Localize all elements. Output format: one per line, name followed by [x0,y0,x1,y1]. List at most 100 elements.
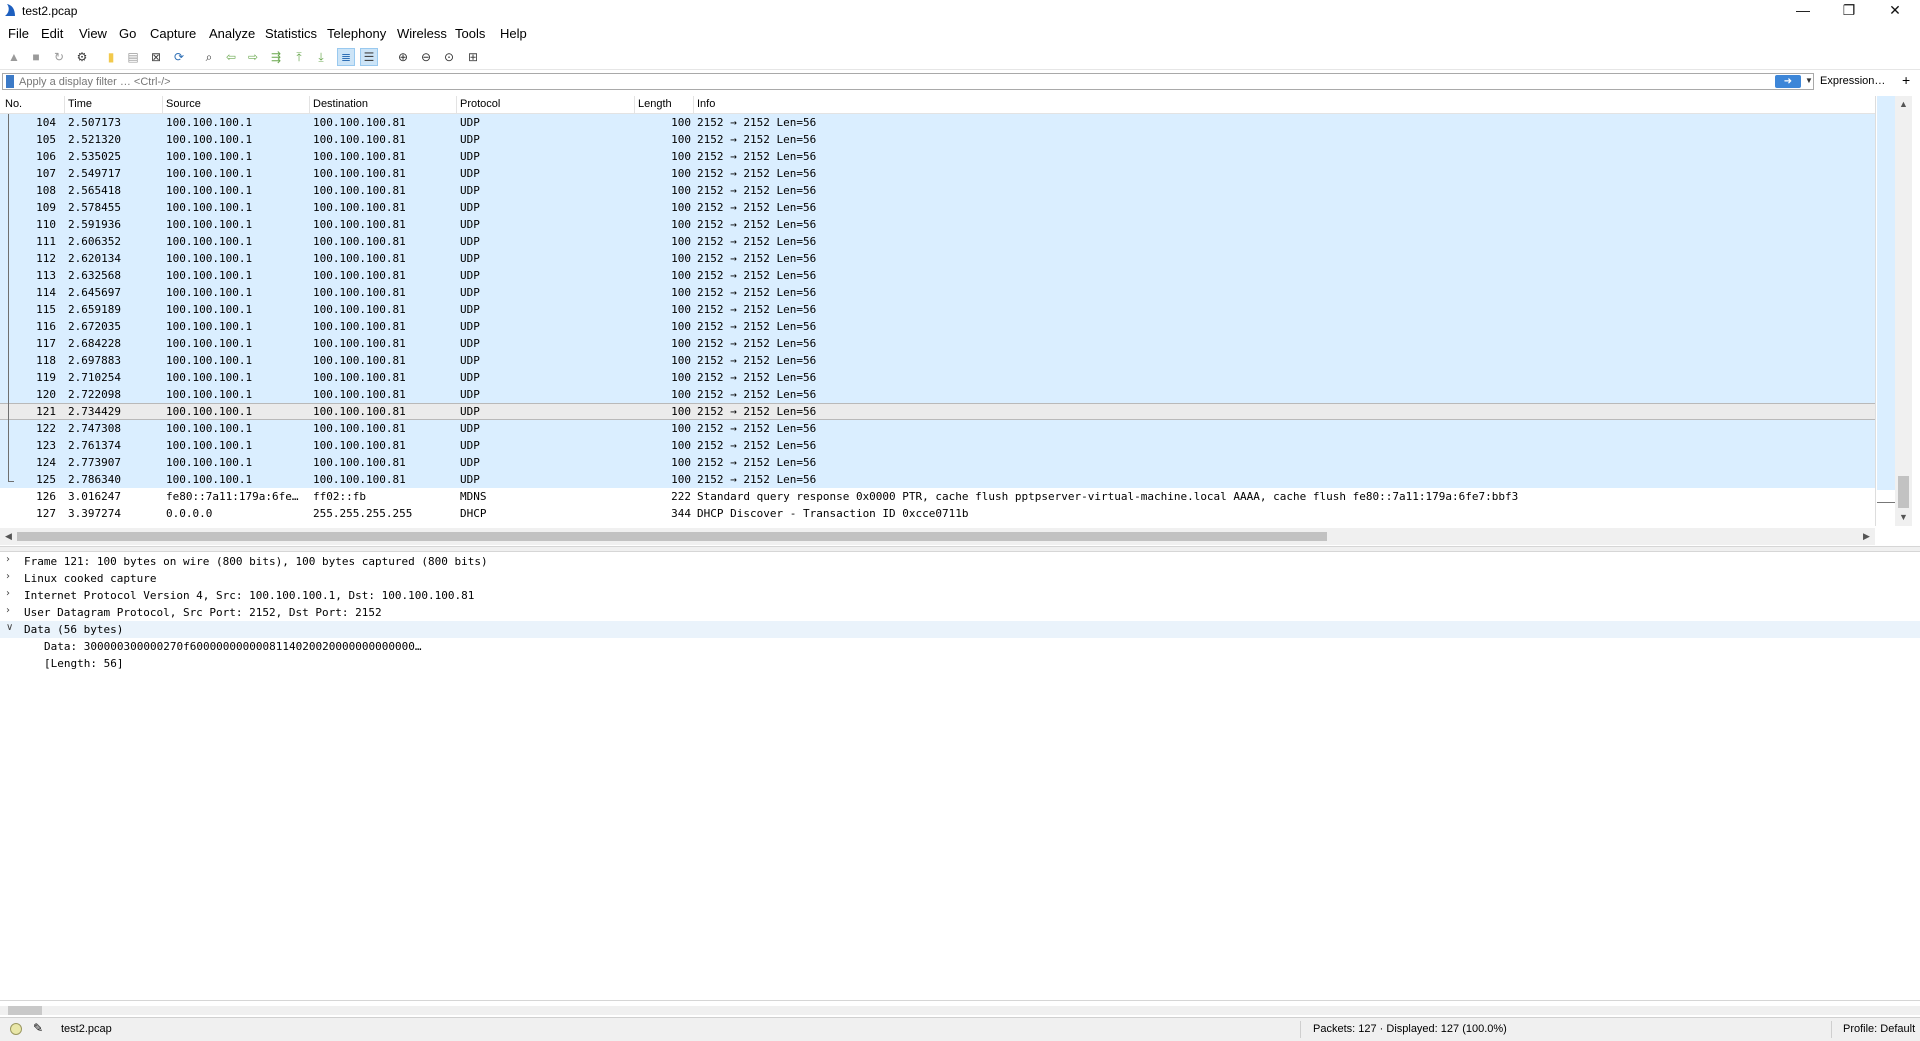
menu-edit[interactable]: Edit [41,26,63,41]
packet-row[interactable]: 107 2.549717 100.100.100.1 100.100.100.81 UD… [0,165,1875,182]
start-capture-icon[interactable]: ▲ [5,48,23,66]
colorize-icon[interactable]: ☰ [360,48,378,66]
reload-file-icon[interactable]: ⟳ [170,48,188,66]
close-file-icon[interactable]: ⊠ [147,48,165,66]
menu-file[interactable]: File [8,26,29,41]
menu-capture[interactable]: Capture [150,26,196,41]
expand-chevron-icon[interactable]: › [6,571,10,582]
menu-help[interactable]: Help [500,26,527,41]
expand-chevron-icon[interactable]: › [6,588,10,599]
packet-row[interactable]: 111 2.606352 100.100.100.1 100.100.100.81 UD… [0,233,1875,250]
capture-options-icon[interactable]: ⚙ [73,48,91,66]
packet-details-pane[interactable]: › Frame 121: 100 bytes on wire (800 bits)… [0,553,1920,999]
detail-tree-item[interactable]: ∨ Data (56 bytes) [0,621,1920,638]
packet-row[interactable]: 120 2.722098 100.100.100.1 100.100.100.81 UD… [0,386,1875,403]
packet-row[interactable]: 104 2.507173 100.100.100.1 100.100.100.81 UD… [0,114,1875,131]
pane-splitter[interactable] [0,546,1920,552]
menu-tools[interactable]: Tools [455,26,485,41]
filter-history-dropdown-icon[interactable]: ▼ [1805,76,1813,85]
save-file-icon[interactable]: ▤ [124,48,142,66]
zoom-out-icon[interactable]: ⊖ [417,48,435,66]
packet-list-horizontal-scrollbar[interactable]: ◀ ▶ [0,528,1875,545]
menu-go[interactable]: Go [119,26,136,41]
menu-view[interactable]: View [79,26,107,41]
horizontal-scroll-thumb[interactable] [17,532,1327,541]
scroll-left-icon[interactable]: ◀ [0,528,17,545]
packet-row[interactable]: 119 2.710254 100.100.100.1 100.100.100.81 UD… [0,369,1875,386]
detail-tree-item[interactable]: › User Datagram Protocol, Src Port: 2152,… [0,604,1920,621]
packet-row[interactable]: 106 2.535025 100.100.100.1 100.100.100.81 UD… [0,148,1875,165]
menu-telephony[interactable]: Telephony [327,26,386,41]
close-window-button[interactable]: ✕ [1872,0,1918,22]
packet-row[interactable]: 115 2.659189 100.100.100.1 100.100.100.81 UD… [0,301,1875,318]
detail-tree-item[interactable]: › Linux cooked capture [0,570,1920,587]
detail-tree-item[interactable]: › Frame 121: 100 bytes on wire (800 bits)… [0,553,1920,570]
column-header-destination[interactable]: Destination [313,98,368,110]
restart-capture-icon[interactable]: ↻ [50,48,68,66]
packet-bytes-pane[interactable] [0,1000,1920,1017]
scroll-up-icon[interactable]: ▲ [1895,96,1912,113]
last-packet-icon[interactable]: ⤓ [312,48,330,66]
zoom-in-icon[interactable]: ⊕ [394,48,412,66]
packet-row[interactable]: 105 2.521320 100.100.100.1 100.100.100.81 UD… [0,131,1875,148]
column-header-protocol[interactable]: Protocol [460,98,500,110]
auto-scroll-icon[interactable]: ≣ [337,48,355,66]
capture-comment-icon[interactable]: ✎ [33,1021,43,1035]
packet-row[interactable]: 117 2.684228 100.100.100.1 100.100.100.81 UD… [0,335,1875,352]
scroll-right-icon[interactable]: ▶ [1858,528,1875,545]
display-filter-input[interactable] [19,74,1759,89]
packet-row[interactable]: 126 3.016247 fe80::7a11:179a:6fe… ff02::fb M… [0,488,1875,505]
expert-info-indicator-icon[interactable] [10,1023,22,1035]
packet-row[interactable]: 122 2.747308 100.100.100.1 100.100.100.81 UD… [0,420,1875,437]
expression-button[interactable]: Expression… [1820,75,1885,87]
packet-row[interactable]: 116 2.672035 100.100.100.1 100.100.100.81 UD… [0,318,1875,335]
stop-capture-icon[interactable]: ■ [27,48,45,66]
scroll-down-icon[interactable]: ▼ [1895,509,1912,526]
bookmark-icon[interactable] [6,75,14,88]
open-file-icon[interactable]: ▮ [102,48,120,66]
packet-list-vertical-scrollbar[interactable]: ▲ ▼ [1895,96,1912,526]
column-header-length[interactable]: Length [638,98,672,110]
column-header-no[interactable]: No. [5,98,22,110]
bytes-scrollbar[interactable] [0,1006,1920,1015]
packet-list-minimap[interactable] [1875,96,1896,526]
packet-row[interactable]: 113 2.632568 100.100.100.1 100.100.100.81 UD… [0,267,1875,284]
collapse-chevron-icon[interactable]: ∨ [6,622,13,633]
expand-chevron-icon[interactable]: › [6,554,10,565]
first-packet-icon[interactable]: ⤒ [290,48,308,66]
packet-row[interactable]: 112 2.620134 100.100.100.1 100.100.100.81 UD… [0,250,1875,267]
find-packet-icon[interactable]: ⌕ [200,48,218,66]
minimize-button[interactable]: — [1780,0,1826,22]
column-header-info[interactable]: Info [697,98,715,110]
packet-row[interactable]: 124 2.773907 100.100.100.1 100.100.100.81 UD… [0,454,1875,471]
normal-size-icon[interactable]: ⊙ [440,48,458,66]
packet-row[interactable]: 121 2.734429 100.100.100.1 100.100.100.81 UD… [0,403,1875,420]
go-to-packet-icon[interactable]: ⇶ [267,48,285,66]
menu-analyze[interactable]: Analyze [209,26,255,41]
column-header-time[interactable]: Time [68,98,92,110]
apply-filter-arrow-icon[interactable]: ➜ [1775,75,1801,88]
packet-row[interactable]: 127 3.397274 0.0.0.0 255.255.255.255 DHCP 344… [0,505,1875,522]
column-header-source[interactable]: Source [166,98,201,110]
packet-list[interactable]: 104 2.507173 100.100.100.1 100.100.100.81 UD… [0,114,1875,523]
bytes-scroll-thumb[interactable] [8,1006,42,1015]
packet-row[interactable]: 108 2.565418 100.100.100.1 100.100.100.81 UD… [0,182,1875,199]
resize-columns-icon[interactable]: ⊞ [464,48,482,66]
detail-tree-item[interactable]: › Internet Protocol Version 4, Src: 100.1… [0,587,1920,604]
packet-row[interactable]: 125 2.786340 100.100.100.1 100.100.100.81 UD… [0,471,1875,488]
scroll-thumb[interactable] [1898,476,1909,508]
add-filter-button[interactable]: + [1902,72,1910,88]
menu-statistics[interactable]: Statistics [265,26,317,41]
packet-row[interactable]: 123 2.761374 100.100.100.1 100.100.100.81 UD… [0,437,1875,454]
go-back-icon[interactable]: ⇦ [222,48,240,66]
detail-tree-item[interactable]: Data: 300000300000270f600000000000811402… [0,638,1920,655]
expand-chevron-icon[interactable]: › [6,605,10,616]
packet-row[interactable]: 110 2.591936 100.100.100.1 100.100.100.81 UD… [0,216,1875,233]
restore-button[interactable]: ❐ [1826,0,1872,22]
packet-row[interactable]: 118 2.697883 100.100.100.1 100.100.100.81 UD… [0,352,1875,369]
status-profile[interactable]: Profile: Default [1843,1023,1915,1035]
detail-tree-item[interactable]: [Length: 56] [0,655,1920,672]
go-forward-icon[interactable]: ⇨ [244,48,262,66]
packet-row[interactable]: 114 2.645697 100.100.100.1 100.100.100.81 UD… [0,284,1875,301]
packet-row[interactable]: 109 2.578455 100.100.100.1 100.100.100.81 UD… [0,199,1875,216]
